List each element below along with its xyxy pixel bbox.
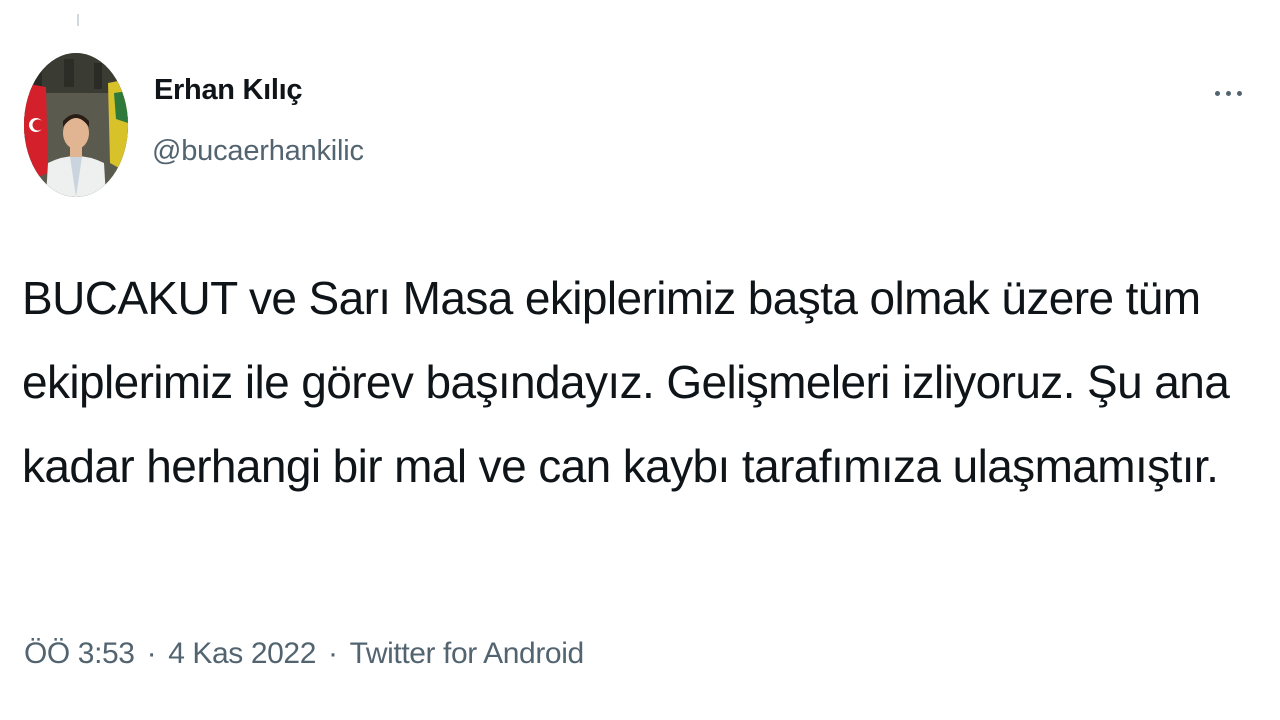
thread-line <box>77 14 79 26</box>
more-dots-icon <box>1236 90 1242 96</box>
meta-separator: · <box>146 637 157 670</box>
avatar[interactable] <box>24 53 128 197</box>
tweet-date[interactable]: 4 Kas 2022 <box>168 637 316 671</box>
tweet-text: BUCAKUT ve Sarı Masa ekiplerimiz başta o… <box>22 272 1230 492</box>
display-name[interactable]: Erhan Kılıç <box>154 74 302 107</box>
tweet-source[interactable]: Twitter for Android <box>350 637 585 671</box>
more-options-button[interactable] <box>1206 78 1250 108</box>
tweet-meta: ÖÖ 3:53 · 4 Kas 2022 · Twitter for Andro… <box>24 637 584 671</box>
more-dots-icon <box>1225 90 1231 96</box>
avatar-photo <box>24 53 128 197</box>
user-handle[interactable]: @bucaerhankilic <box>152 135 364 168</box>
more-dots-icon <box>1214 90 1220 96</box>
tweet-time[interactable]: ÖÖ 3:53 <box>24 637 135 671</box>
meta-separator: · <box>327 637 338 670</box>
tweet-card: Erhan Kılıç @bucaerhankilic BUCAKUT ve S… <box>0 0 1280 720</box>
